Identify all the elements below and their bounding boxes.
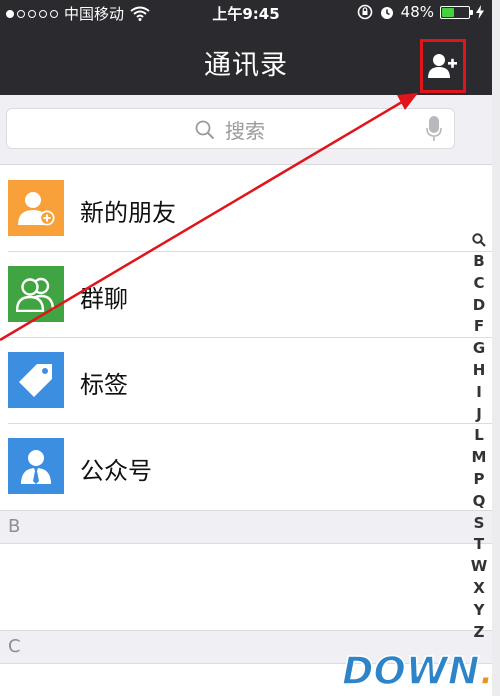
- microphone-icon[interactable]: [426, 116, 442, 142]
- charging-icon: [476, 5, 484, 19]
- battery-percent: 48%: [400, 3, 434, 21]
- list-item-group-chats[interactable]: 群聊: [0, 252, 492, 338]
- index-letter[interactable]: B: [473, 251, 484, 273]
- index-letter[interactable]: L: [474, 425, 484, 447]
- index-letter[interactable]: S: [474, 513, 485, 535]
- list-item-official-accounts[interactable]: 公众号: [0, 424, 492, 510]
- section-header-b: B: [0, 510, 492, 544]
- index-letter[interactable]: G: [473, 338, 485, 360]
- tag-icon: [8, 352, 64, 408]
- list-item-label: 群聊: [80, 285, 128, 313]
- list-item-tags[interactable]: 标签: [0, 338, 492, 424]
- list-item-new-friends[interactable]: 新的朋友: [0, 166, 492, 252]
- group-chat-icon: [8, 266, 64, 322]
- status-bar: 中国移动 上午9:45 48%: [0, 0, 492, 25]
- add-contact-icon: [428, 54, 457, 78]
- contact-list: 新的朋友 群聊 标签 公众号: [0, 166, 492, 510]
- index-letter[interactable]: I: [476, 382, 482, 404]
- list-item-label: 新的朋友: [80, 199, 176, 227]
- battery-icon: [440, 5, 473, 19]
- index-letter[interactable]: Q: [473, 491, 486, 513]
- index-search-icon[interactable]: [472, 233, 486, 247]
- new-friend-icon: [8, 180, 64, 236]
- screen-edge: [492, 0, 500, 696]
- search-area: 搜索: [0, 95, 492, 165]
- index-letter[interactable]: H: [473, 360, 486, 382]
- index-letter[interactable]: D: [473, 295, 485, 317]
- index-letter[interactable]: Z: [474, 622, 485, 644]
- index-letter[interactable]: Y: [474, 600, 485, 622]
- index-letter[interactable]: T: [474, 534, 484, 556]
- index-letter[interactable]: J: [476, 404, 482, 426]
- page-title: 通讯录: [204, 50, 288, 81]
- index-letter[interactable]: W: [471, 556, 488, 578]
- list-item-label: 公众号: [80, 457, 152, 485]
- orientation-lock-icon: [357, 4, 372, 20]
- nav-bar: 通讯录: [0, 25, 492, 95]
- list-item-label: 标签: [80, 371, 128, 399]
- svg-text:DOWN.cc: DOWN.cc: [342, 649, 492, 690]
- index-letter[interactable]: P: [474, 469, 485, 491]
- watermark-logo: DOWN.cc: [341, 648, 492, 690]
- add-contact-button[interactable]: [420, 39, 466, 93]
- search-input[interactable]: 搜索: [6, 108, 455, 149]
- index-letter[interactable]: M: [472, 447, 487, 469]
- alphabet-index-bar[interactable]: B C D F G H I J L M P Q S T W X Y Z: [466, 233, 492, 643]
- index-letter[interactable]: F: [474, 316, 484, 338]
- search-placeholder: 搜索: [225, 119, 265, 143]
- alarm-icon: [380, 7, 393, 19]
- index-letter[interactable]: C: [473, 273, 484, 295]
- official-account-icon: [8, 438, 64, 494]
- search-icon: [195, 120, 215, 139]
- index-letter[interactable]: X: [473, 578, 485, 600]
